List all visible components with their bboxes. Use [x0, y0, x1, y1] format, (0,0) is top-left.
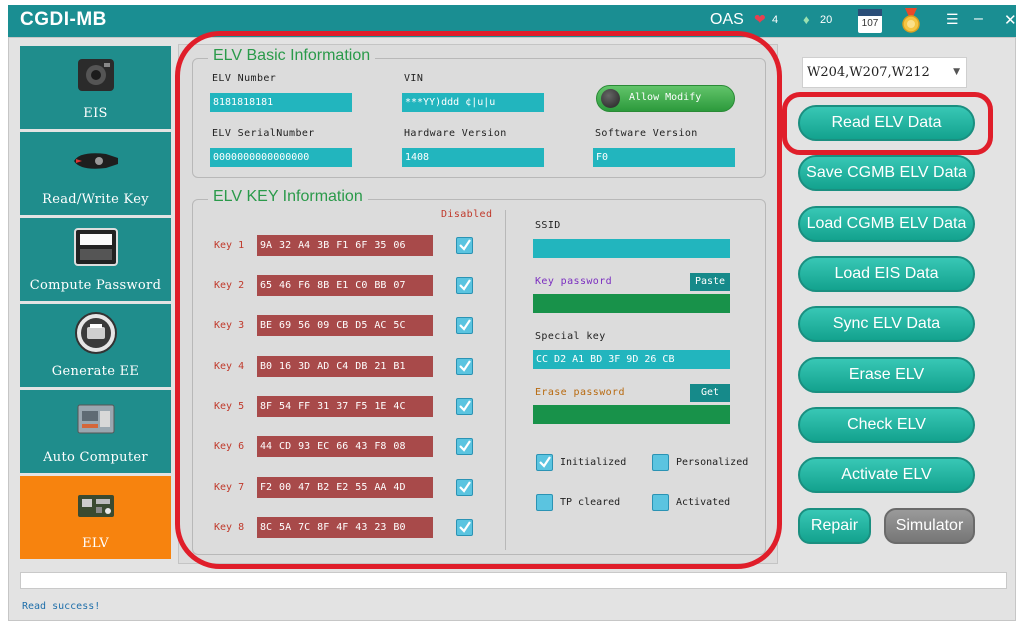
medal-icon[interactable]	[899, 8, 923, 34]
highlight-main-panel	[175, 31, 782, 569]
menu-icon[interactable]: ☰	[946, 11, 959, 28]
sidebar-item-auto-computer[interactable]: Auto Computer	[20, 390, 171, 473]
sidebar-item-generate-ee[interactable]: Generate EE	[20, 304, 171, 387]
check-elv-button[interactable]: Check ELV	[798, 407, 975, 443]
diamond-count: 20	[820, 14, 833, 26]
printer-icon	[20, 312, 171, 354]
close-icon[interactable]: ✕	[1004, 11, 1017, 29]
sidebar-item-label: ELV	[82, 536, 109, 551]
chevron-down-icon[interactable]: ▼	[953, 58, 960, 87]
progress-bar	[20, 572, 1007, 589]
sidebar-item-label: Generate EE	[51, 364, 140, 379]
sidebar-item-label: Auto Computer	[43, 450, 148, 465]
sync-elv-data-button[interactable]: Sync ELV Data	[798, 306, 975, 342]
simulator-button[interactable]: Simulator	[884, 508, 975, 544]
sidebar-item-label: EIS	[83, 106, 108, 121]
load-cgmb-elv-data-button[interactable]: Load CGMB ELV Data	[798, 206, 975, 242]
activate-elv-button[interactable]: Activate ELV	[798, 457, 975, 493]
save-cgmb-elv-data-button[interactable]: Save CGMB ELV Data	[798, 155, 975, 191]
model-select[interactable]: W204,W207,W212 ▼	[802, 57, 967, 88]
sidebar-item-eis[interactable]: EIS	[20, 46, 171, 129]
key-icon	[20, 140, 171, 182]
repair-button[interactable]: Repair	[798, 508, 871, 544]
status-message: Read success!	[22, 601, 101, 612]
heart-count: 4	[772, 14, 779, 26]
sidebar-item-label: Compute Password	[29, 278, 162, 293]
sidebar-item-label: Read/Write Key	[42, 192, 149, 207]
erase-elv-button[interactable]: Erase ELV	[798, 357, 975, 393]
ecu-icon	[20, 398, 171, 440]
heart-icon: ❤	[754, 11, 766, 27]
elv-board-icon	[20, 484, 171, 526]
sidebar-item-compute-password[interactable]: Compute Password	[20, 218, 171, 301]
load-eis-data-button[interactable]: Load EIS Data	[798, 256, 975, 292]
highlight-read-button	[782, 92, 993, 155]
model-select-value: W204,W207,W212	[807, 65, 930, 80]
diamond-icon: ♦	[803, 12, 810, 27]
keyboard-icon	[20, 226, 171, 268]
sidebar-item-read-write-key[interactable]: Read/Write Key	[20, 132, 171, 215]
sidebar-item-elv[interactable]: ELV	[20, 476, 171, 559]
account-name[interactable]: OAS	[710, 11, 744, 29]
minimize-icon[interactable]: –	[974, 10, 983, 28]
calendar-day: 107	[861, 18, 879, 29]
eis-icon	[20, 54, 171, 96]
app-title: CGDI-MB	[20, 9, 107, 30]
calendar-icon[interactable]: 107	[858, 9, 882, 33]
